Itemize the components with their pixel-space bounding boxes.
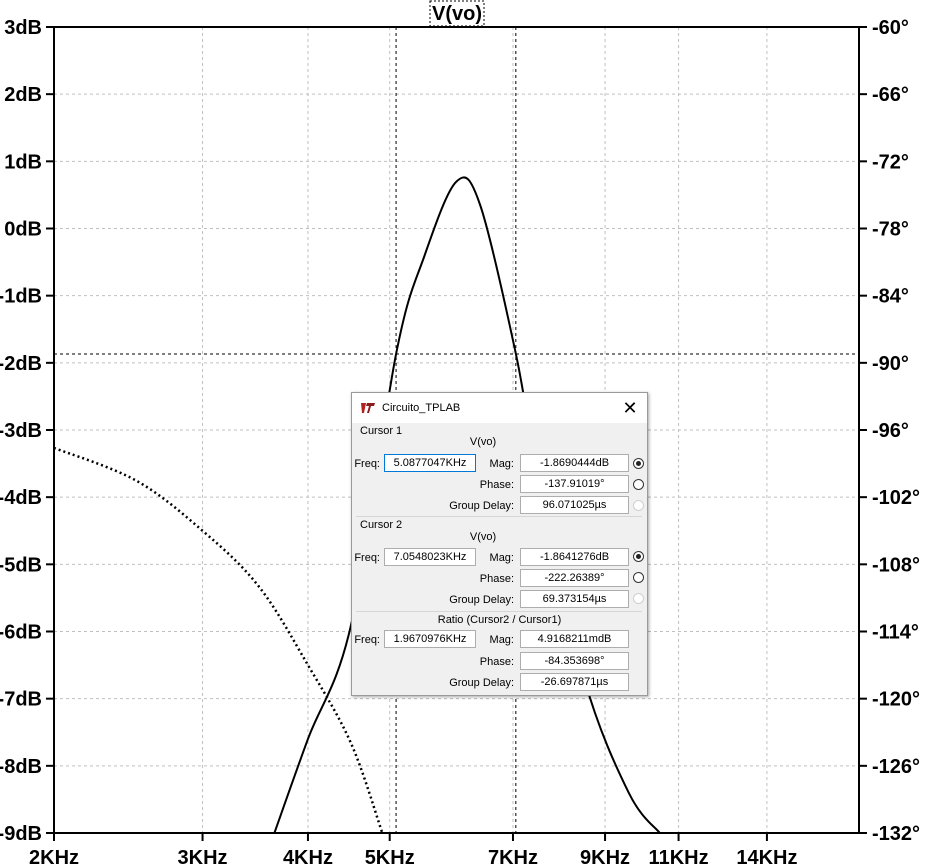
ratio-group-delay-field[interactable]: -26.697871µs [520,673,629,691]
cursor2-group-delay-radio[interactable] [633,593,644,604]
cursor2-mag-label: Mag: [489,552,514,564]
left-axis-label: -2dB [0,353,42,375]
cursor1-group-delay-radio[interactable] [633,500,644,511]
ratio-phase-field[interactable]: -84.353698° [520,652,629,670]
cursor2-freq-field[interactable]: 7.0548023KHz [384,548,476,566]
left-axis-label: -6dB [0,622,42,644]
right-axis-label: -126° [872,756,920,778]
left-axis-label: -1dB [0,286,42,308]
right-axis-label: -78° [872,219,909,241]
cursor2-group-delay-field[interactable]: 69.373154µs [520,590,629,608]
left-axis-label: -7dB [0,689,42,711]
x-axis-label: 5KHz [365,847,415,868]
right-axis-label: -72° [872,151,909,173]
phase-trace [53,446,384,834]
cursor2-heading: Cursor 2 [360,519,403,531]
ratio-freq-field[interactable]: 1.9670976KHz [384,630,476,648]
cursor2-phase-field[interactable]: -222.26389° [520,569,629,587]
ratio-phase-label: Phase: [479,656,514,668]
cursor-dialog[interactable]: Circuito_TPLAB ✕ Cursor 1 V(vo) Freq: 5.… [351,392,648,696]
close-icon[interactable]: ✕ [617,396,643,420]
trace-title[interactable]: V(vo) [429,0,485,27]
ratio-mag-label: Mag: [489,634,514,646]
x-axis-label: 7KHz [488,847,538,868]
left-axis-label: 0dB [4,219,42,241]
ltspice-app-icon [361,403,375,413]
x-axis-label: 14KHz [736,847,797,868]
cursor2-signal: V(vo) [469,531,497,543]
cursor1-phase-radio[interactable] [633,479,644,490]
dialog-title: Circuito_TPLAB [382,402,461,414]
right-axis-label: -60° [872,17,909,39]
cursor1-mag-field[interactable]: -1.8690444dB [520,454,629,472]
x-axis-label: 2KHz [29,847,79,868]
left-axis-label: -8dB [0,756,42,778]
cursor2-mag-radio[interactable] [633,551,644,562]
cursor2-group-delay-label: Group Delay: [449,594,514,606]
cursor2-phase-label: Phase: [479,573,514,585]
right-axis-label: -114° [872,622,919,644]
right-axis-label: -66° [872,84,909,106]
right-axis-label: -96° [872,420,909,442]
separator [356,516,642,517]
left-axis-label: -3dB [0,420,42,442]
cursor1-group-delay-label: Group Delay: [449,500,514,512]
cursor1-phase-field[interactable]: -137.91019° [520,475,629,493]
cursor1-phase-label: Phase: [479,479,514,491]
left-axis-label: 1dB [4,151,42,173]
left-axis-label: 3dB [4,17,42,39]
ratio-group-delay-label: Group Delay: [449,677,514,689]
cursor2-mag-field[interactable]: -1.8641276dB [520,548,629,566]
cursor1-mag-radio[interactable] [633,458,644,469]
left-axis-label: -4dB [0,487,42,509]
right-axis-label: -84° [872,286,909,308]
right-axis-label: -90° [872,353,909,375]
cursor1-freq-field[interactable]: 5.0877047KHz [384,454,476,472]
left-axis-label: -9dB [0,823,42,845]
left-axis-label: 2dB [4,84,42,106]
cursor1-group-delay-field[interactable]: 96.071025µs [520,496,629,514]
cursor1-freq-label: Freq: [354,458,380,470]
left-axis-label: -5dB [0,554,42,576]
cursor1-mag-label: Mag: [489,458,514,470]
ratio-heading: Ratio (Cursor2 / Cursor1) [437,614,562,626]
x-axis-label: 11KHz [649,847,709,868]
ratio-freq-label: Freq: [354,634,380,646]
ratio-mag-field[interactable]: 4.9168211mdB [520,630,629,648]
cursor2-freq-label: Freq: [354,552,380,564]
x-axis-label: 3KHz [178,847,228,868]
right-axis-label: -132° [872,823,920,845]
trace-title-text: V(vo) [432,3,482,25]
separator [356,611,642,612]
right-axis-label: -120° [872,689,920,711]
dialog-title-bar[interactable]: Circuito_TPLAB ✕ [352,393,647,423]
right-axis-label: -108° [872,554,920,576]
x-axis-label: 4KHz [283,847,333,868]
cursor2-phase-radio[interactable] [633,572,644,583]
cursor1-signal: V(vo) [469,436,497,448]
right-axis-label: -102° [872,487,920,509]
x-axis-label: 9KHz [580,847,630,868]
